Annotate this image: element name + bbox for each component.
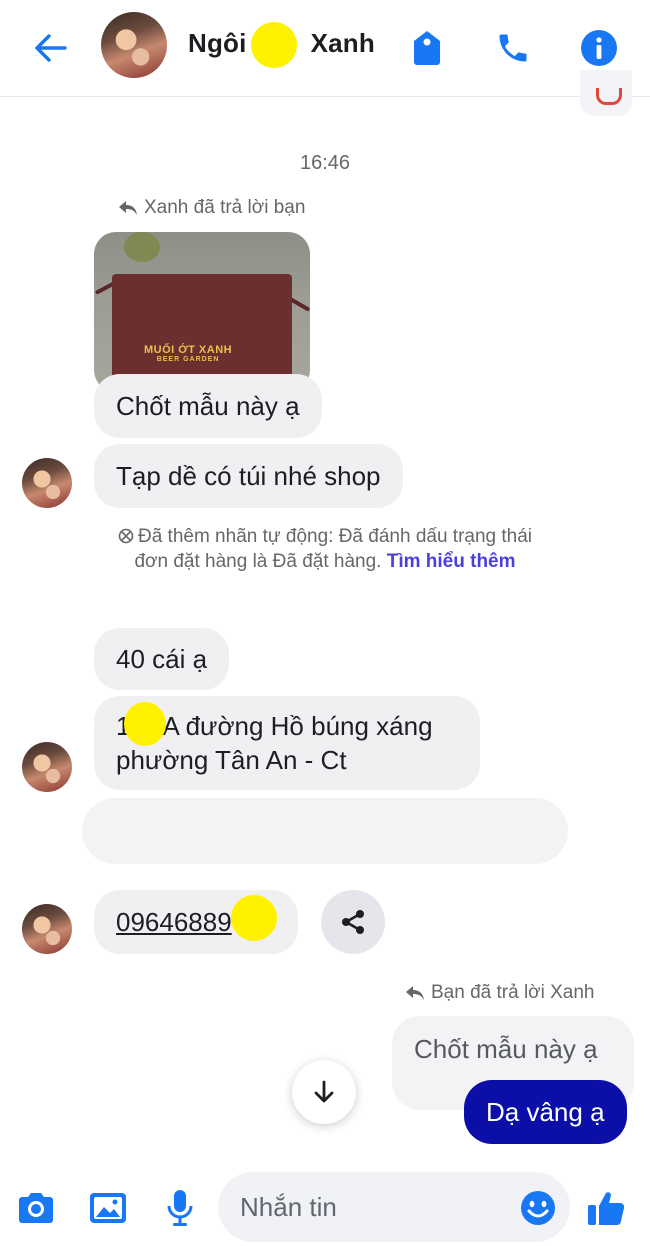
- tag-icon: [414, 31, 440, 65]
- redaction-mark: [124, 702, 166, 746]
- info-icon: [581, 30, 617, 66]
- learn-more-link[interactable]: Tìm hiểu thêm: [387, 551, 516, 572]
- tag-button[interactable]: [401, 22, 453, 74]
- camera-button[interactable]: [14, 1186, 58, 1230]
- microphone-icon: [167, 1190, 193, 1226]
- back-arrow-icon: [35, 34, 67, 62]
- apron-print-sub: BEER GARDEN: [156, 356, 220, 363]
- message-text: Chốt mẫu này ạ: [116, 390, 300, 421]
- system-note: Đã thêm nhãn tự động: Đã đánh dấu trạng …: [100, 524, 550, 574]
- arrow-down-icon: [314, 1080, 334, 1103]
- image-icon: [90, 1193, 126, 1223]
- link-preview-placeholder[interactable]: [82, 798, 568, 864]
- apron-print: MUỐI ỚT XANH BEER GARDEN: [144, 344, 232, 363]
- message-bubble-incoming[interactable]: 40 cái ạ: [94, 628, 230, 690]
- apron-print-main: MUỐI ỚT XANH: [144, 344, 233, 356]
- photo-plant: [124, 232, 160, 262]
- label-icon: [118, 528, 134, 544]
- reply-note: Bạn đã trả lời Xanh: [405, 982, 595, 1004]
- sender-avatar[interactable]: [22, 742, 72, 792]
- redaction-mark: [231, 895, 277, 941]
- camera-icon: [19, 1193, 53, 1223]
- thumbs-up-icon: [588, 1192, 625, 1225]
- message-line-2: phường Tân An - Ct: [116, 745, 347, 775]
- quoted-text: Chốt mẫu này ạ: [414, 1034, 598, 1064]
- reply-note: Xanh đã trả lời bạn: [118, 197, 305, 219]
- redaction-mark: [251, 22, 297, 68]
- call-button[interactable]: [487, 22, 539, 74]
- microphone-button[interactable]: [158, 1186, 202, 1230]
- back-button[interactable]: [24, 24, 76, 72]
- timestamp: 16:46: [299, 152, 351, 174]
- contact-avatar[interactable]: [101, 12, 167, 78]
- photo-message[interactable]: MUỐI ỚT XANH BEER GARDEN: [94, 232, 310, 392]
- message-bubble-incoming[interactable]: Chốt mẫu này ạ: [94, 374, 322, 438]
- sender-avatar[interactable]: [22, 458, 72, 508]
- reaction-mark: [596, 88, 622, 105]
- scroll-to-bottom-button[interactable]: [292, 1060, 356, 1124]
- sender-avatar[interactable]: [22, 904, 72, 954]
- share-icon: [342, 910, 364, 934]
- message-bubble-incoming[interactable]: Tạp dề có túi nhé shop: [94, 444, 403, 508]
- phone-icon: [499, 34, 527, 62]
- message-text: Dạ vâng ạ: [486, 1096, 605, 1127]
- phone-number-link[interactable]: 09646889: [116, 907, 232, 938]
- message-text: A đường Hồ búng xáng: [162, 711, 433, 741]
- info-button[interactable]: [573, 22, 625, 74]
- reply-note-text: Xanh đã trả lời bạn: [144, 197, 306, 218]
- message-bubble-outgoing[interactable]: Dạ vâng ạ: [464, 1080, 627, 1144]
- reply-icon: [406, 986, 424, 1000]
- emoji-button[interactable]: [516, 1186, 560, 1230]
- message-text: Tạp dề có túi nhé shop: [116, 460, 381, 491]
- emoji-icon: [521, 1191, 555, 1225]
- reply-note-text: Bạn đã trả lời Xanh: [431, 982, 595, 1003]
- reply-icon: [119, 201, 137, 215]
- contact-name-part2: Xanh: [310, 28, 375, 58]
- message-text: 40 cái ạ: [116, 643, 208, 674]
- gallery-button[interactable]: [86, 1186, 130, 1230]
- like-button[interactable]: [584, 1186, 628, 1230]
- contact-name-part1: Ngôi: [188, 28, 247, 58]
- share-button[interactable]: [321, 890, 385, 954]
